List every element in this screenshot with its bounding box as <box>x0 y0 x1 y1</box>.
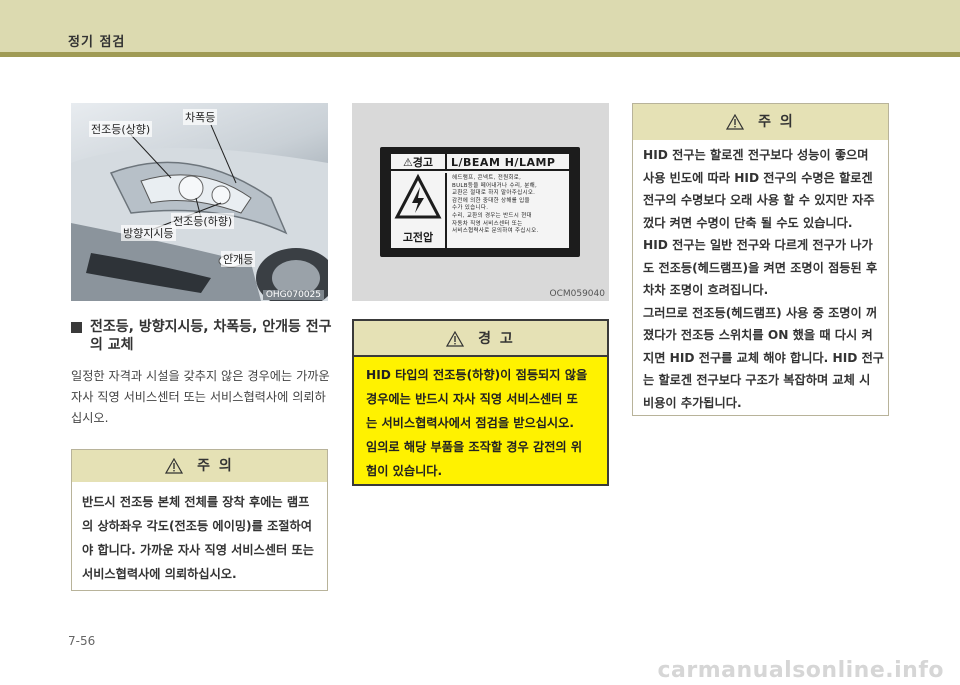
header-band <box>0 0 960 52</box>
section-heading: 전조등, 방향지시등, 차폭등, 안개등 전구의 교체 <box>90 319 332 353</box>
caution-box-right: 주 의 HID 전구는 할로겐 전구보다 성능이 좋으며 사용 빈도에 따라 H… <box>632 103 889 416</box>
warning-box: 경 고 HID 타입의 전조등(하향)이 점등되지 않을 경우에는 반드시 자사… <box>352 319 609 486</box>
label-model: L/BEAM H/LAMP <box>451 156 556 169</box>
callout-turn-signal: 방향지시등 <box>121 225 176 241</box>
watermark: carmanualsonline.info <box>657 658 944 683</box>
callout-side-marker: 차폭등 <box>183 109 218 125</box>
headlamp-photo: 전조등(상향) 차폭등 전조등(하향) 방향지시등 안개등 OHG070025 <box>71 103 328 301</box>
warning-triangle-icon <box>165 458 184 474</box>
label-photo-code: OCM059040 <box>549 289 606 299</box>
caution-left-title: 주 의 <box>197 458 234 474</box>
caution-left-header: 주 의 <box>72 450 327 482</box>
label-text: 헤드램프, 콘넥트, 전원회로, BULB등을 떼어내거나 수리, 분해, 교환… <box>452 175 539 235</box>
callout-fog-lamp: 안개등 <box>221 251 256 267</box>
caution-right-title: 주 의 <box>758 114 795 130</box>
label-high-voltage: 고전압 <box>402 231 434 244</box>
caution-left-body: 반드시 전조등 본체 전체를 장착 후에는 램프 의 상하좌우 각도(전조등 에… <box>82 495 314 581</box>
section-title: 정기 점검 <box>68 35 126 50</box>
warning-triangle-icon <box>446 331 465 347</box>
warning-label: ⚠경고 L/BEAM H/LAMP 고전압 헤드램프, 콘넥트, 전원회로, B… <box>380 147 580 257</box>
callout-headlamp-high: 전조등(상향) <box>89 121 153 137</box>
section-paragraph: 일정한 자격과 시설을 갖추지 않은 경우에는 가까운 자사 직영 서비스센터 … <box>71 369 330 425</box>
caution-right-header: 주 의 <box>633 104 888 140</box>
warning-triangle-icon <box>726 114 745 130</box>
photo-code: OHG070025 <box>262 290 324 300</box>
heading-bullet <box>71 322 82 333</box>
label-warning-word: ⚠경고 <box>391 154 447 171</box>
callout-headlamp-low: 전조등(하향) <box>171 213 235 229</box>
warning-body: HID 타입의 전조등(하향)이 점등되지 않을 경우에는 반드시 자사 직영 … <box>366 368 588 478</box>
caution-box-left: 주 의 반드시 전조등 본체 전체를 장착 후에는 램프 의 상하좌우 각도(전… <box>71 449 328 591</box>
warning-title: 경 고 <box>478 331 515 347</box>
high-voltage-icon <box>394 173 442 219</box>
warning-header: 경 고 <box>354 321 607 357</box>
warning-label-photo: ⚠경고 L/BEAM H/LAMP 고전압 헤드램프, 콘넥트, 전원회로, B… <box>352 103 609 301</box>
caution-right-body: HID 전구는 할로겐 전구보다 성능이 좋으며 사용 빈도에 따라 HID 전… <box>643 148 885 410</box>
header-rule <box>0 52 960 57</box>
page-number: 7-56 <box>68 634 96 648</box>
